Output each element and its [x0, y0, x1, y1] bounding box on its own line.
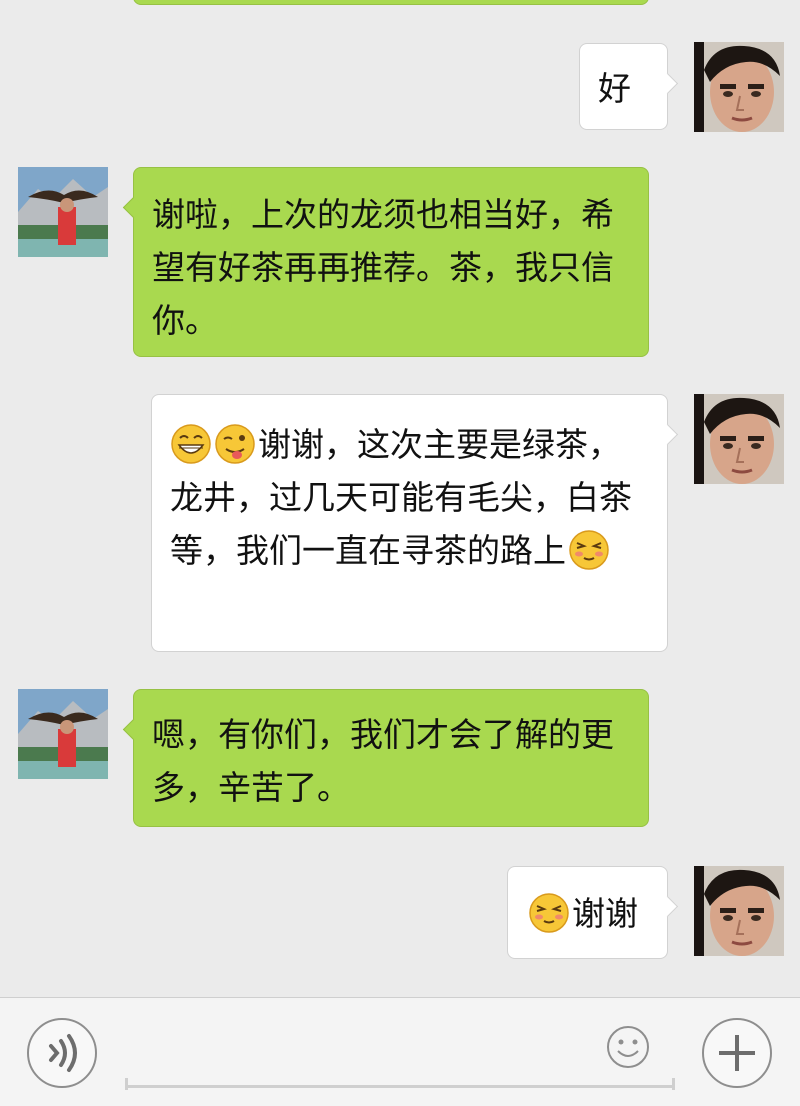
avatar-self[interactable]: [694, 42, 784, 132]
message-text-input[interactable]: [125, 1028, 675, 1088]
message-text: 嗯，有你们，我们才会了解的更多，辛苦了。: [152, 715, 614, 807]
man-portrait-avatar-icon: [694, 42, 784, 132]
chat-input-bar: [0, 997, 800, 1106]
chat-area[interactable]: 好 谢啦，上次的龙须也相当好，希望有好茶再再推荐。茶，我只信你。 谢谢，这次主要…: [0, 0, 800, 997]
wink-tongue-emoji-icon: [214, 423, 256, 465]
eagle-photo-avatar-icon: [18, 689, 108, 779]
message-bubble-outgoing[interactable]: 好: [579, 43, 679, 130]
bubble-tail: [656, 72, 679, 95]
plus-icon: [719, 1035, 755, 1071]
grin-emoji-icon: [170, 423, 212, 465]
message-text: 谢啦，上次的龙须也相当好，希望有好茶再再推荐。茶，我只信你。: [152, 195, 614, 340]
more-functions-button[interactable]: [702, 1018, 772, 1088]
message-bubble-incoming[interactable]: 嗯，有你们，我们才会了解的更多，辛苦了。: [122, 689, 649, 827]
bubble-tail: [122, 718, 145, 741]
bubble-tail: [656, 423, 679, 446]
message-text: 谢谢: [572, 894, 638, 933]
message-bubble-outgoing[interactable]: 谢谢，这次主要是绿茶，龙井，过几天可能有毛尖，白茶等，我们一直在寻茶的路上: [151, 394, 679, 652]
man-portrait-avatar-icon: [694, 394, 784, 484]
voice-icon: [49, 1034, 77, 1072]
previous-message-bubble-edge: [133, 0, 649, 5]
shy-emoji-icon: [568, 529, 610, 571]
voice-input-button[interactable]: [27, 1018, 97, 1088]
avatar-contact[interactable]: [18, 167, 108, 257]
emoji-face-icon: [607, 1026, 649, 1068]
avatar-self[interactable]: [694, 394, 784, 484]
message-bubble-outgoing[interactable]: 谢谢: [507, 866, 679, 959]
emoji-picker-button[interactable]: [605, 1024, 651, 1070]
message-bubble-incoming[interactable]: 谢啦，上次的龙须也相当好，希望有好茶再再推荐。茶，我只信你。: [122, 167, 649, 357]
eagle-photo-avatar-icon: [18, 167, 108, 257]
avatar-contact[interactable]: [18, 689, 108, 779]
man-portrait-avatar-icon: [694, 866, 784, 956]
avatar-self[interactable]: [694, 866, 784, 956]
shy-emoji-icon: [528, 892, 570, 934]
message-text: 好: [598, 69, 631, 108]
bubble-tail: [122, 196, 145, 219]
